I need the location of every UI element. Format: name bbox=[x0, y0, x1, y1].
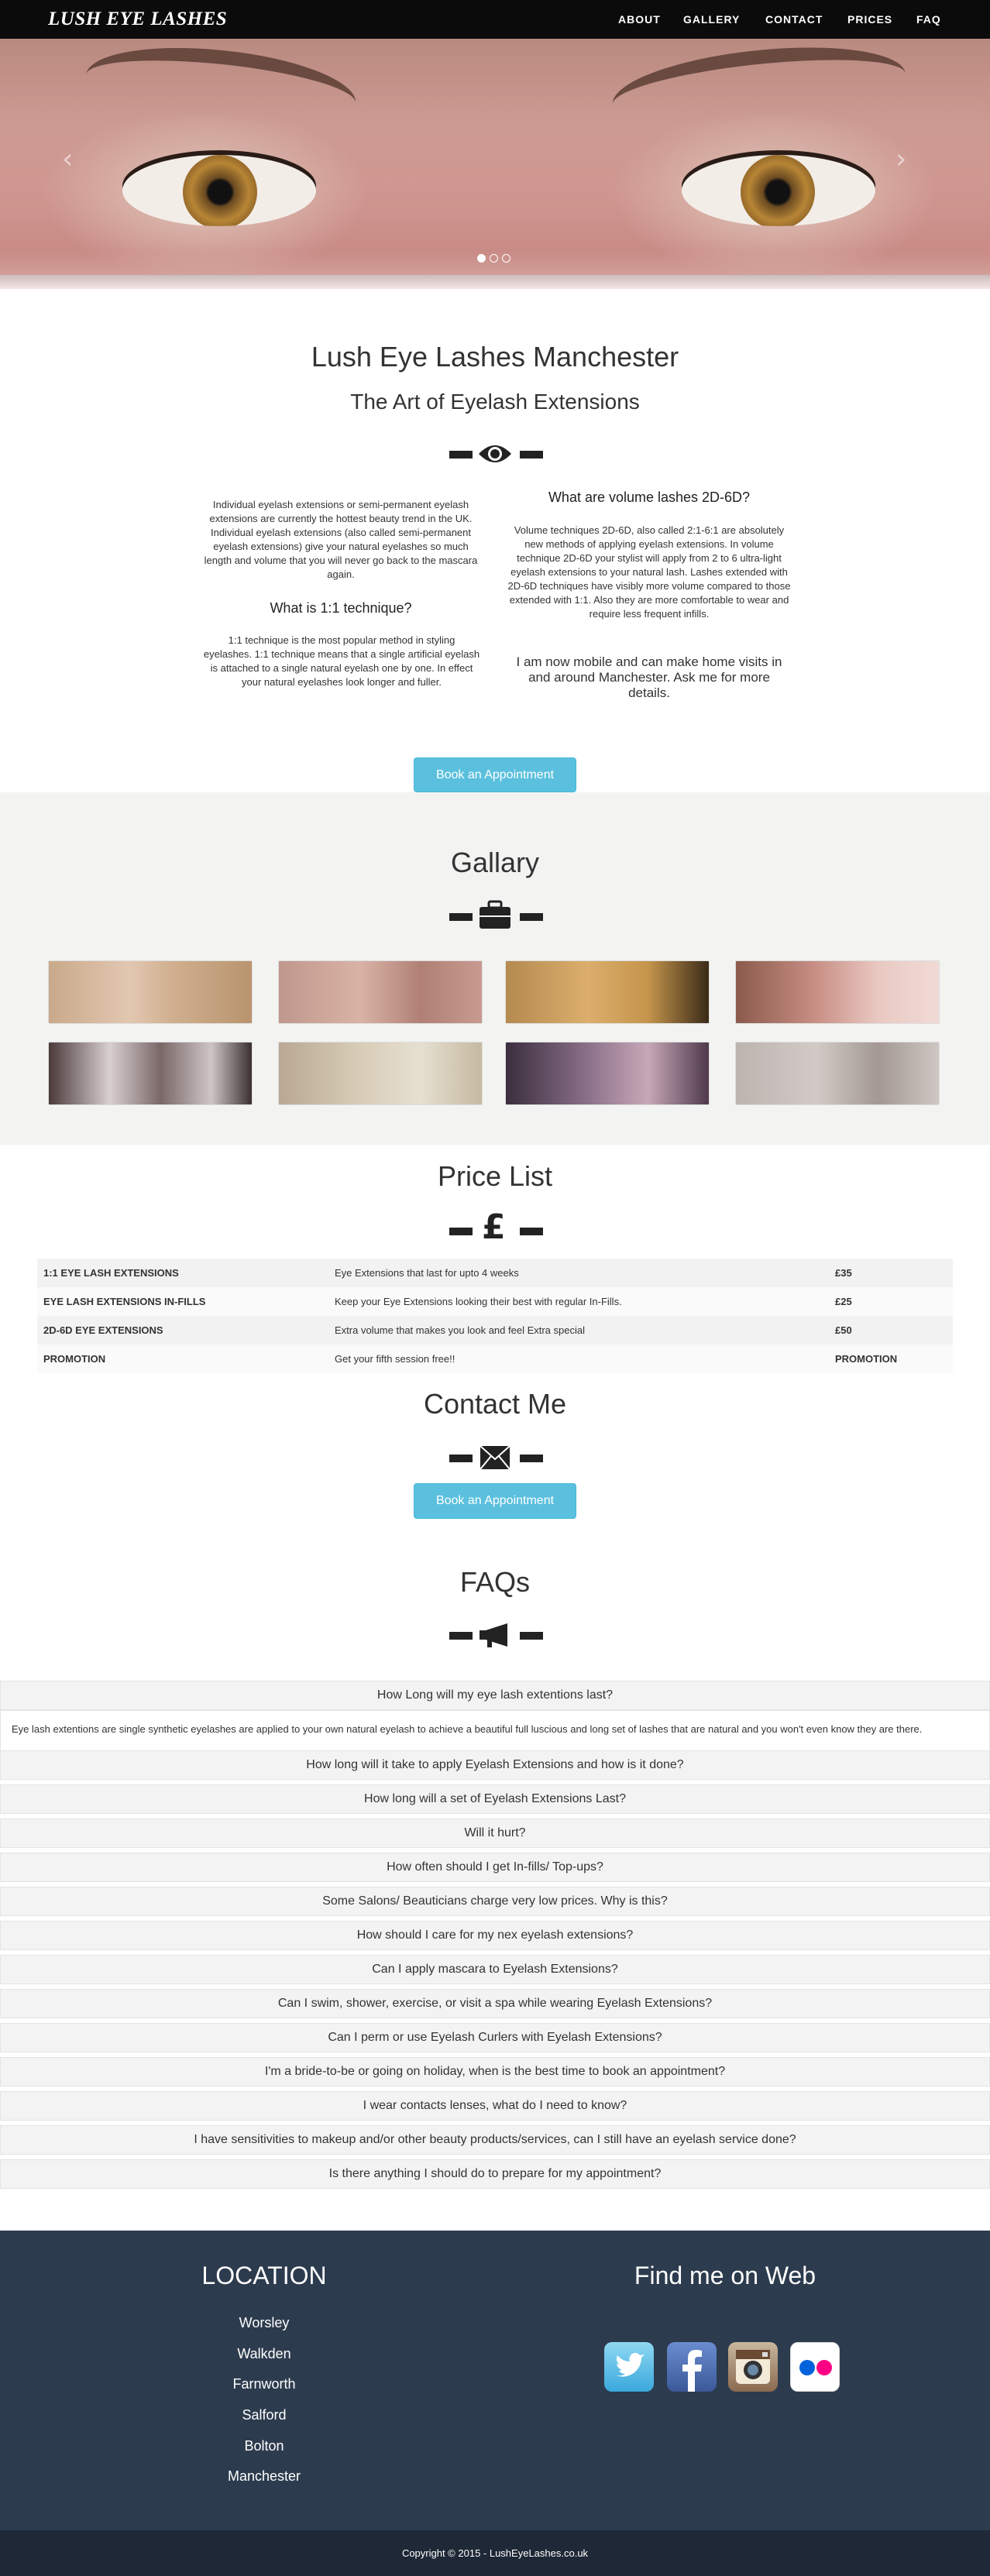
price-service-name: PROMOTION bbox=[43, 1353, 106, 1365]
faq-question[interactable]: Can I apply mascara to Eyelash Extension… bbox=[0, 1955, 990, 1984]
gallery-image-7[interactable] bbox=[505, 1042, 710, 1105]
faq-question[interactable]: How should I care for my nex eyelash ext… bbox=[0, 1921, 990, 1950]
gallery-image-3[interactable] bbox=[505, 960, 710, 1024]
carousel-indicator-3[interactable] bbox=[502, 254, 510, 263]
navbar: LUSH EYE LASHES ABOUT GALLERY CONTACT PR… bbox=[0, 0, 990, 39]
divider-left bbox=[449, 1228, 473, 1235]
faq-title: FAQs bbox=[459, 1566, 531, 1598]
faq-question[interactable]: How long will it take to apply Eyelash E… bbox=[0, 1750, 990, 1780]
price-service-name: EYE LASH EXTENSIONS IN-FILLS bbox=[43, 1296, 206, 1307]
price-row: 2D-6D EYE EXTENSIONS Extra volume that m… bbox=[37, 1316, 953, 1345]
divider-right bbox=[520, 913, 543, 921]
left-eye bbox=[122, 155, 316, 226]
left-eyebrow bbox=[81, 39, 360, 143]
nav-link-contact[interactable]: CONTACT bbox=[765, 13, 823, 26]
location-item: Farnworth bbox=[232, 2376, 296, 2392]
price-list-title: Price List bbox=[437, 1160, 553, 1192]
instagram-icon[interactable] bbox=[728, 2342, 778, 2392]
find-me-title: Find me on Web bbox=[634, 2262, 816, 2289]
faq-question[interactable]: I wear contacts lenses, what do I need t… bbox=[0, 2091, 990, 2121]
facebook-icon[interactable] bbox=[667, 2342, 717, 2392]
nav-link-prices[interactable]: PRICES bbox=[847, 13, 892, 26]
price-row: PROMOTION Get your fifth session free!! … bbox=[37, 1345, 953, 1373]
divider-right bbox=[520, 451, 543, 459]
gallery-image-8[interactable] bbox=[735, 1042, 940, 1105]
megaphone-icon bbox=[478, 1622, 512, 1648]
faq-question[interactable]: How often should I get In-fills/ Top-ups… bbox=[0, 1853, 990, 1882]
one-to-one-body: 1:1 technique is the most popular method… bbox=[203, 634, 480, 688]
price-row: EYE LASH EXTENSIONS IN-FILLS Keep your E… bbox=[37, 1287, 953, 1316]
page-subtitle: The Art of Eyelash Extensions bbox=[350, 390, 640, 414]
divider-left bbox=[449, 913, 473, 921]
faq-question[interactable]: I have sensitivities to makeup and/or ot… bbox=[0, 2125, 990, 2155]
carousel-prev-icon[interactable]: ‹ bbox=[62, 143, 73, 175]
contact-book-appointment-button[interactable]: Book an Appointment bbox=[414, 1483, 576, 1519]
volume-heading: What are volume lashes 2D-6D? bbox=[548, 489, 751, 505]
divider-left bbox=[449, 1632, 473, 1640]
price-amount: £35 bbox=[835, 1267, 852, 1279]
price-service-name: 1:1 EYE LASH EXTENSIONS bbox=[43, 1267, 179, 1279]
carousel-indicator-2[interactable] bbox=[490, 254, 498, 263]
faq-question[interactable]: Can I perm or use Eyelash Curlers with E… bbox=[0, 2023, 990, 2052]
gallery-title: Gallary bbox=[450, 847, 540, 878]
carousel-indicator-1[interactable] bbox=[477, 254, 486, 263]
hero-shadow bbox=[0, 275, 990, 289]
location-title: LOCATION bbox=[201, 2262, 327, 2289]
volume-body: Volume techniques 2D-6D, also called 2:1… bbox=[507, 524, 791, 620]
copyright-text: Copyright © 2015 - LushEyeLashes.co.uk bbox=[401, 2547, 589, 2559]
faq-question[interactable]: I'm a bride-to-be or going on holiday, w… bbox=[0, 2057, 990, 2087]
one-to-one-heading: What is 1:1 technique? bbox=[270, 600, 412, 616]
divider-left bbox=[449, 1455, 473, 1462]
location-item: Worsley bbox=[239, 2315, 290, 2330]
location-item: Manchester bbox=[227, 2468, 301, 2484]
brand-logo[interactable]: LUSH EYE LASHES bbox=[48, 9, 227, 30]
divider-right bbox=[520, 1632, 543, 1640]
price-row: 1:1 EYE LASH EXTENSIONS Eye Extensions t… bbox=[37, 1259, 953, 1287]
price-description: Extra volume that makes you look and fee… bbox=[335, 1324, 585, 1336]
price-description: Eye Extensions that last for upto 4 week… bbox=[335, 1267, 519, 1279]
about-intro: Individual eyelash extensions or semi-pe… bbox=[204, 499, 478, 580]
location-item: Salford bbox=[242, 2407, 287, 2423]
nav-link-gallery[interactable]: GALLERY bbox=[683, 13, 740, 26]
price-amount: £50 bbox=[835, 1324, 852, 1336]
carousel-next-icon[interactable]: › bbox=[895, 143, 906, 175]
gallery-image-1[interactable] bbox=[48, 960, 253, 1024]
faq-question[interactable]: How long will a set of Eyelash Extension… bbox=[0, 1784, 990, 1814]
right-eye bbox=[682, 155, 875, 226]
gallery-image-5[interactable] bbox=[48, 1042, 253, 1105]
nav-link-faq[interactable]: FAQ bbox=[916, 13, 941, 26]
envelope-icon bbox=[480, 1445, 510, 1470]
faq-question[interactable]: Will it hurt? bbox=[0, 1819, 990, 1848]
mobile-note: I am now mobile and can make home visits… bbox=[516, 654, 782, 700]
location-item: Bolton bbox=[244, 2438, 284, 2454]
faq-question[interactable]: Can I swim, shower, exercise, or visit a… bbox=[0, 1989, 990, 2018]
price-service-name: 2D-6D EYE EXTENSIONS bbox=[43, 1324, 163, 1336]
location-item: Walkden bbox=[237, 2346, 291, 2361]
page-title: Lush Eye Lashes Manchester bbox=[311, 341, 679, 373]
gallery-image-2[interactable] bbox=[278, 960, 483, 1024]
flickr-icon[interactable] bbox=[790, 2342, 840, 2392]
pound-icon: £ bbox=[482, 1207, 506, 1247]
gallery-image-4[interactable] bbox=[735, 960, 940, 1024]
faq-question[interactable]: How Long will my eye lash extentions las… bbox=[0, 1681, 990, 1710]
book-appointment-button[interactable]: Book an Appointment bbox=[414, 757, 576, 792]
price-amount: PROMOTION bbox=[835, 1353, 898, 1365]
twitter-icon[interactable] bbox=[604, 2342, 654, 2392]
faq-question[interactable]: Some Salons/ Beauticians charge very low… bbox=[0, 1887, 990, 1916]
faq-question[interactable]: Is there anything I should do to prepare… bbox=[0, 2159, 990, 2189]
contact-title: Contact Me bbox=[423, 1388, 567, 1420]
nav-link-about[interactable]: ABOUT bbox=[618, 13, 661, 26]
right-eyebrow bbox=[608, 39, 910, 143]
hero-carousel[interactable]: ‹ › bbox=[0, 39, 990, 289]
price-amount: £25 bbox=[835, 1296, 852, 1307]
divider-right bbox=[520, 1228, 543, 1235]
briefcase-icon bbox=[479, 900, 511, 929]
divider-left bbox=[449, 451, 473, 459]
price-description: Get your fifth session free!! bbox=[335, 1353, 455, 1365]
price-description: Keep your Eye Extensions looking their b… bbox=[335, 1296, 622, 1307]
eye-icon bbox=[477, 440, 513, 468]
gallery-image-6[interactable] bbox=[278, 1042, 483, 1105]
divider-right bbox=[520, 1455, 543, 1462]
